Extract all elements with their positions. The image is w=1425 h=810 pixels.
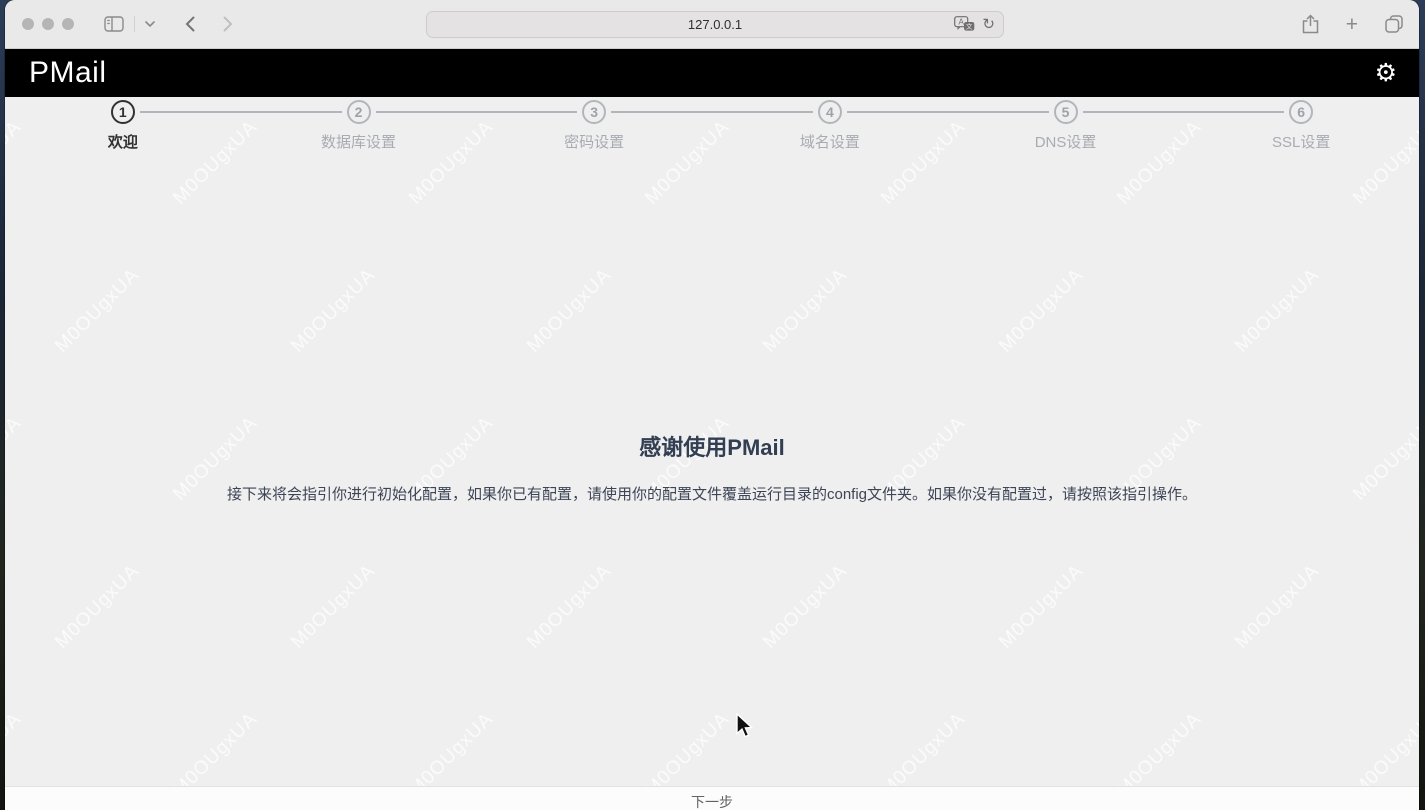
welcome-title: 感谢使用PMail	[5, 430, 1419, 462]
translate-icon: A 文	[954, 16, 975, 33]
sidebar-icon	[104, 16, 124, 32]
watermark-text: M0OUgxUA	[995, 265, 1088, 358]
welcome-section: 感谢使用PMail 接下来将会指引你进行初始化配置，如果你已有配置，请使用你的配…	[5, 430, 1419, 504]
tab-overview-button[interactable]	[1381, 11, 1407, 37]
forward-button[interactable]	[219, 12, 237, 36]
close-window-button[interactable]	[22, 18, 34, 30]
step-number: 3	[582, 100, 606, 124]
toolbar-separator	[134, 16, 135, 32]
watermark-text: M0OUgxUA	[759, 561, 852, 654]
share-button[interactable]	[1298, 10, 1323, 38]
step-4: 4 域名设置	[712, 100, 948, 152]
step-number: 1	[111, 100, 135, 124]
gear-icon[interactable]: ⚙	[1375, 61, 1397, 86]
next-step-button[interactable]: 下一步	[691, 787, 733, 810]
svg-text:文: 文	[966, 22, 973, 31]
back-icon	[185, 16, 195, 32]
step-label: 密码设置	[476, 131, 712, 152]
step-1: 1 欢迎	[5, 100, 241, 152]
watermark-text: M0OUgxUA	[759, 265, 852, 358]
back-button[interactable]	[181, 12, 199, 36]
step-5: 5 DNS设置	[948, 100, 1184, 152]
setup-page: M0OUgxUA M0OUgxUA M0OUgxUA M0OUgxUA M0OUgxUA…	[5, 97, 1419, 810]
watermark-text: M0OUgxUA	[51, 561, 144, 654]
minimize-window-button[interactable]	[42, 18, 54, 30]
step-number: 4	[818, 100, 842, 124]
reload-icon: ↻	[982, 17, 995, 32]
footer-bar: 下一步	[5, 786, 1419, 810]
step-label: 数据库设置	[241, 131, 477, 152]
step-number: 2	[347, 100, 371, 124]
address-bar[interactable]: 127.0.0.1 A 文 ↻	[426, 11, 1004, 38]
step-number: 6	[1289, 100, 1313, 124]
step-label: DNS设置	[948, 131, 1184, 152]
step-label: 欢迎	[5, 131, 241, 152]
translate-button[interactable]: A 文	[954, 16, 975, 33]
share-icon	[1302, 14, 1319, 34]
chevron-down-icon	[145, 21, 155, 27]
sidebar-menu-button[interactable]	[141, 17, 159, 31]
zoom-window-button[interactable]	[62, 18, 74, 30]
watermark-text: M0OUgxUA	[523, 561, 616, 654]
app-title: PMail	[29, 56, 107, 90]
new-tab-icon: +	[1346, 14, 1358, 35]
tab-overview-icon	[1385, 15, 1403, 33]
step-6: 6 SSL设置	[1183, 100, 1419, 152]
browser-toolbar: 127.0.0.1 A 文 ↻	[5, 0, 1419, 49]
step-label: SSL设置	[1183, 131, 1419, 152]
app-header: PMail ⚙	[5, 49, 1419, 97]
browser-window: 127.0.0.1 A 文 ↻	[5, 0, 1419, 810]
step-3: 3 密码设置	[476, 100, 712, 152]
step-label: 域名设置	[712, 131, 948, 152]
watermark-text: M0OUgxUA	[51, 265, 144, 358]
new-tab-button[interactable]: +	[1342, 10, 1362, 39]
watermark-text: M0OUgxUA	[1231, 265, 1324, 358]
sidebar-toggle-button[interactable]	[100, 12, 128, 36]
forward-icon	[223, 16, 233, 32]
watermark-text: M0OUgxUA	[287, 561, 380, 654]
step-number: 5	[1054, 100, 1078, 124]
watermark-text: M0OUgxUA	[995, 561, 1088, 654]
watermark-text: M0OUgxUA	[1231, 561, 1324, 654]
stepper: 1 欢迎 2 数据库设置 3 密码设置 4 域名设置 5 DNS设置 6 SSL设置	[5, 97, 1419, 152]
welcome-description: 接下来将会指引你进行初始化配置，如果你已有配置，请使用你的配置文件覆盖运行目录的…	[5, 483, 1419, 504]
url-text: 127.0.0.1	[688, 17, 742, 32]
watermark-text: M0OUgxUA	[523, 265, 616, 358]
reload-button[interactable]: ↻	[982, 17, 995, 32]
step-2: 2 数据库设置	[241, 100, 477, 152]
svg-text:A: A	[959, 18, 965, 27]
watermark-text: M0OUgxUA	[287, 265, 380, 358]
traffic-lights	[22, 18, 74, 30]
